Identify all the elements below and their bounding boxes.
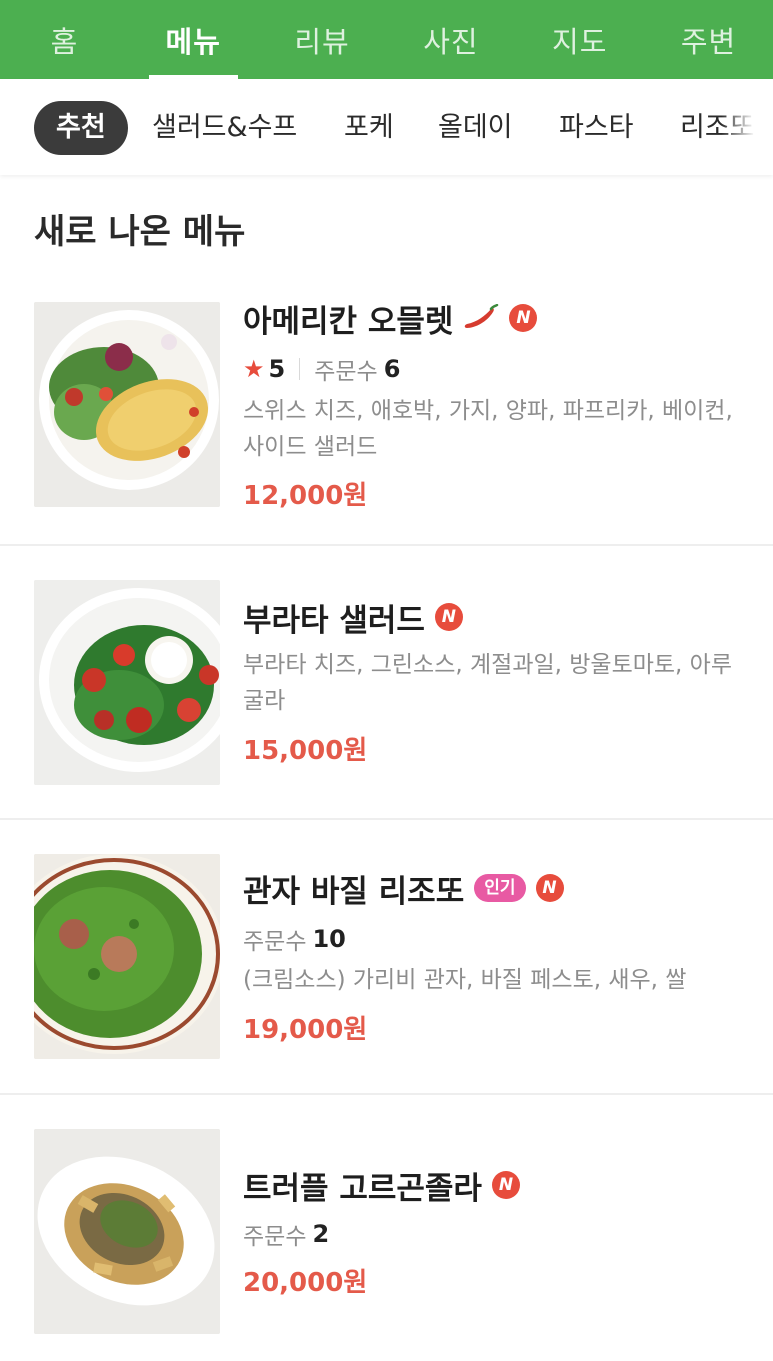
menu-item-price: 15,000원 [243, 736, 368, 766]
chili-pepper-icon [465, 304, 499, 328]
new-badge: N [535, 874, 564, 902]
tab-menu[interactable]: 메뉴 [129, 0, 258, 79]
order-count-value: 6 [383, 355, 401, 383]
menu-item-photo [34, 302, 220, 507]
menu-item-meta: ★ 5 주문수 6 [243, 352, 400, 386]
top-tab-bar: 홈 메뉴 리뷰 사진 지도 주변 [0, 0, 773, 79]
order-count-label: 주문수 [314, 359, 378, 385]
menu-item-photo [34, 854, 220, 1059]
order-count-label: 주문수 [243, 929, 307, 955]
menu-item-price: 19,000원 [243, 1015, 368, 1045]
order-count-value: 2 [312, 1220, 330, 1248]
menu-item-name: 아메리칸 오믈렛 [243, 303, 454, 340]
menu-item-name: 관자 바질 리조또 [243, 873, 465, 910]
category-bar: 추천 샐러드&수프 포케 올데이 파스타 리조또 [0, 79, 773, 175]
tab-reviews[interactable]: 리뷰 [258, 0, 387, 79]
category-chip-risotto[interactable]: 리조또 [680, 101, 755, 155]
item-divider [0, 1093, 773, 1095]
menu-item-description: 부라타 치즈, 그린소스, 계절과일, 방울토마토, 아루굴라 [243, 652, 732, 714]
order-count-label: 주문수 [243, 1224, 307, 1250]
item-divider [0, 544, 773, 546]
menu-item-price: 12,000원 [243, 481, 368, 511]
category-chip-recommended[interactable]: 추천 [34, 101, 128, 155]
category-chip-allday[interactable]: 올데이 [438, 101, 513, 155]
tab-home[interactable]: 홈 [0, 0, 129, 79]
order-count-value: 10 [312, 925, 346, 953]
menu-item-description: (크림소스) 가리비 관자, 바질 페스토, 새우, 쌀 [243, 967, 687, 993]
tab-map[interactable]: 지도 [515, 0, 644, 79]
menu-item-name: 트러플 고르곤졸라 [243, 1170, 482, 1207]
menu-item-name: 부라타 샐러드 [243, 602, 425, 639]
popular-badge: 인기 [474, 874, 526, 902]
new-badge: N [509, 304, 538, 332]
category-chip-pasta[interactable]: 파스타 [559, 101, 634, 155]
item-divider [0, 818, 773, 820]
rating-value: 5 [268, 355, 286, 383]
menu-item-meta: 주문수 10 [243, 922, 346, 956]
section-title: 새로 나온 메뉴 [34, 212, 246, 252]
menu-item-photo [34, 580, 220, 785]
menu-item-meta: 주문수 2 [243, 1217, 329, 1251]
category-chip-salad-soup[interactable]: 샐러드&수프 [152, 101, 297, 155]
star-icon: ★ [243, 355, 265, 383]
meta-divider [299, 358, 301, 380]
menu-item-price: 20,000원 [243, 1268, 368, 1298]
menu-item-description: 스위스 치즈, 애호박, 가지, 양파, 파프리카, 베이컨, 사이드 샐러드 [243, 398, 733, 460]
tab-photos[interactable]: 사진 [386, 0, 515, 79]
category-chip-poke[interactable]: 포케 [344, 101, 394, 155]
menu-item-photo [34, 1129, 220, 1334]
new-badge: N [434, 603, 463, 631]
new-badge: N [491, 1171, 520, 1199]
tab-nearby[interactable]: 주변 [644, 0, 773, 79]
